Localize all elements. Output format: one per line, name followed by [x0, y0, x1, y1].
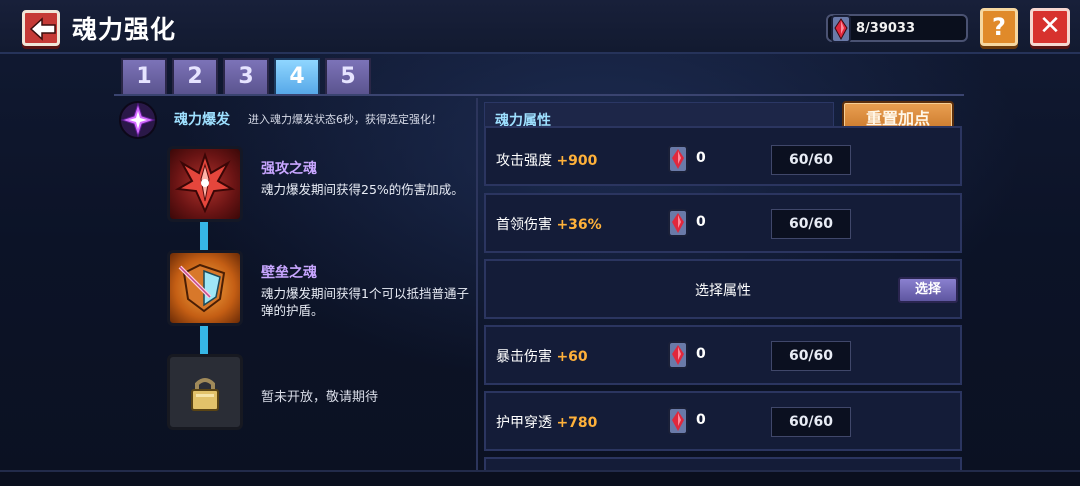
node-connector — [200, 322, 208, 354]
soul-gem-icon — [668, 145, 688, 173]
attribute-row-armor-pierce: 护甲穿透 +780 0 60/60 — [484, 391, 962, 451]
soul-node-bulwark[interactable] — [167, 250, 243, 326]
soul-node-strike[interactable] — [167, 146, 243, 222]
attribute-row-boss-damage: 首领伤害 +36% 0 60/60 — [484, 193, 962, 253]
shield-icon — [178, 263, 226, 313]
tab-2[interactable]: 2 — [172, 58, 218, 94]
help-button[interactable]: ? — [980, 8, 1018, 46]
page-title: 魂力强化 — [72, 15, 177, 44]
attribute-level: 60/60 — [771, 341, 851, 371]
attribute-cost: 0 — [696, 150, 706, 166]
tab-divider — [114, 94, 964, 96]
tab-1[interactable]: 1 — [121, 58, 167, 94]
attribute-name: 护甲穿透 — [496, 415, 552, 431]
soul-burst-header: 魂力爆发 进入魂力爆发状态6秒，获得选定强化！ — [114, 100, 474, 139]
lock-icon — [191, 378, 219, 411]
soul-burst-description: 进入魂力爆发状态6秒，获得选定强化！ — [248, 113, 442, 126]
panel-divider — [476, 98, 478, 470]
soul-currency-display: 8/39033 — [826, 14, 968, 43]
attribute-row-crit-damage: 暴击伤害 +60 0 60/60 — [484, 325, 962, 385]
soul-gem-icon — [831, 15, 851, 43]
attribute-name: 攻击强度 — [496, 153, 552, 169]
close-button[interactable]: ✕ — [1030, 8, 1070, 46]
soul-name-bulwark: 壁垒之魂 — [261, 265, 317, 281]
attribute-row-attack: 攻击强度 +900 0 60/60 — [484, 126, 962, 186]
attribute-bonus: +36% — [556, 217, 602, 233]
attribute-cost: 0 — [696, 412, 706, 428]
soul-name-strike: 强攻之魂 — [261, 161, 317, 177]
attribute-name: 暴击伤害 — [496, 349, 552, 365]
select-attribute-button[interactable]: 选择 — [898, 277, 958, 303]
attribute-bonus: +900 — [556, 153, 598, 169]
soul-description-strike: 魂力爆发期间获得25%的伤害加成。 — [261, 182, 464, 197]
attribute-bonus: +60 — [556, 349, 588, 365]
soul-node-locked — [167, 354, 243, 430]
attribute-cost: 0 — [696, 214, 706, 230]
tab-3[interactable]: 3 — [223, 58, 269, 94]
soul-burst-icon — [119, 101, 157, 139]
soul-gem-icon — [668, 341, 688, 369]
soul-gem-icon — [668, 209, 688, 237]
attribute-name: 首领伤害 — [496, 217, 552, 233]
bottom-edge — [0, 470, 1080, 486]
soul-description-bulwark: 魂力爆发期间获得1个可以抵挡普通子弹的护盾。 — [261, 286, 469, 318]
tab-4[interactable]: 4 — [274, 58, 320, 94]
top-bar: 魂力强化 8/39033 ? ✕ — [0, 0, 1080, 54]
locked-soul-text: 暂未开放，敬请期待 — [261, 390, 379, 405]
attribute-cost: 0 — [696, 346, 706, 362]
attribute-level: 60/60 — [771, 145, 851, 175]
soul-currency-value: 8/39033 — [856, 21, 916, 36]
attribute-row-select: 选择属性 选择 — [484, 259, 962, 319]
soul-gem-icon — [668, 407, 688, 435]
attribute-level: 60/60 — [771, 209, 851, 239]
tab-5[interactable]: 5 — [325, 58, 371, 94]
back-button[interactable] — [22, 10, 60, 46]
arrow-left-icon — [29, 17, 56, 41]
attribute-bonus: +780 — [556, 415, 598, 431]
attribute-level: 60/60 — [771, 407, 851, 437]
red-crest-icon — [174, 151, 236, 214]
select-attribute-label: 选择属性 — [695, 283, 751, 299]
soul-burst-title: 魂力爆发 — [174, 112, 230, 128]
